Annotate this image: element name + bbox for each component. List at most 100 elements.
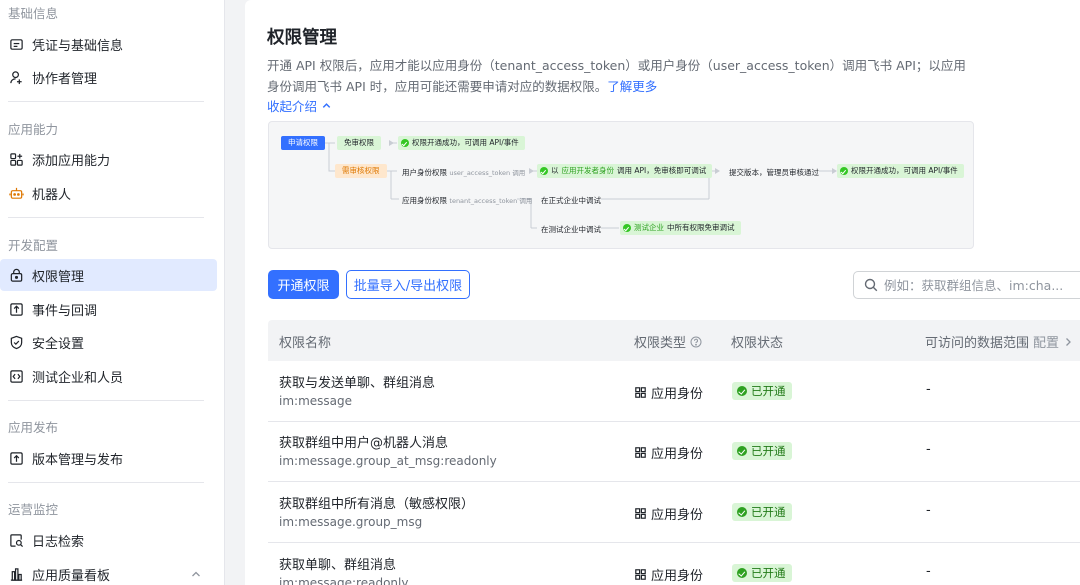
header-range-label: 可访问的数据范围 [925, 336, 1030, 351]
check-circle-icon [623, 224, 631, 232]
sidebar-item-label: 应用质量看板 [32, 568, 111, 584]
group-title-publish: 应用发布 [8, 420, 59, 435]
check-circle-icon [737, 568, 747, 578]
sidebar-item-test-tenant[interactable]: 测试企业和人员 [0, 360, 217, 392]
sidebar-item-add-capability[interactable]: 添加应用能力 [0, 143, 217, 175]
robot-icon [8, 185, 24, 201]
permission-name: 获取与发送单聊、群组消息 [279, 376, 436, 391]
sidebar-item-credentials[interactable]: 凭证与基础信息 [0, 28, 217, 60]
group-title-monitoring: 运营监控 [8, 502, 59, 517]
flow-dev-identity-prefix: 以 [551, 166, 559, 175]
permission-name: 获取群组中所有消息（敏感权限） [279, 497, 475, 512]
divider [8, 400, 204, 401]
sidebar-item-robot[interactable]: 机器人 [0, 177, 217, 209]
flow-open-success-2-text: 权限开通成功，可调用 API/事件 [851, 166, 958, 175]
permission-type: 应用身份 [635, 383, 703, 402]
sidebar-item-label: 版本管理与发布 [32, 452, 124, 468]
flow-dev-identity: 以应用开发者身份 调用 API，免审核即可调试 [537, 164, 713, 178]
status-badge: 已开通 [732, 564, 792, 582]
flow-apply-tag: 申请权限 [281, 136, 325, 150]
flow-test-all-hl: 测试企业 [634, 223, 664, 232]
search-input[interactable] [884, 277, 1064, 293]
flow-user-perm-label: 用户身份权限 [402, 168, 447, 177]
lock-icon [8, 267, 24, 283]
table-row[interactable]: 获取单聊、群组消息 im:message:readonly 应用身份 已开通 - [268, 543, 1080, 585]
flow-dev-identity-suffix: 调用 API，免审核即可调试 [617, 166, 707, 175]
chevron-up-icon [322, 103, 331, 108]
sidebar-item-label: 凭证与基础信息 [32, 38, 124, 54]
sidebar-item-label: 事件与回调 [32, 303, 98, 319]
sidebar-item-label: 权限管理 [32, 269, 85, 285]
apps-icon [635, 508, 646, 519]
permission-type-label: 应用身份 [651, 447, 704, 462]
chevron-up-icon[interactable] [189, 567, 203, 581]
permission-code: im:message.group_msg [279, 515, 423, 529]
flow-test-all-suffix: 中所有权限免审调试 [667, 223, 735, 232]
status-badge: 已开通 [732, 382, 792, 400]
sidebar-item-versions[interactable]: 版本管理与发布 [0, 442, 217, 474]
header-config-link[interactable]: 配置 [1033, 332, 1059, 351]
flow-test-debug: 在测试企业中调试 [541, 225, 601, 234]
data-range: - [926, 442, 931, 457]
batch-import-export-button[interactable]: 批量导入/导出权限 [346, 270, 470, 299]
header-name: 权限名称 [279, 336, 332, 351]
sidebar-item-label: 协作者管理 [32, 71, 98, 87]
status-badge: 已开通 [732, 503, 792, 521]
permission-code: im:message.group_at_msg:readonly [279, 454, 497, 468]
divider [8, 217, 204, 218]
credential-icon [8, 36, 24, 52]
search-icon [864, 278, 878, 292]
sidebar-item-collaborators[interactable]: 协作者管理 [0, 61, 217, 93]
collapse-intro-button[interactable]: 收起介绍 [267, 96, 332, 115]
table-row[interactable]: 获取群组中用户@机器人消息 im:message.group_at_msg:re… [268, 421, 1080, 482]
data-range: - [926, 382, 931, 397]
apps-add-icon [8, 151, 24, 167]
permission-type: 应用身份 [635, 504, 703, 523]
main-content: 权限管理 开通 API 权限后，应用才能以应用身份（tenant_access_… [245, 0, 1080, 585]
check-circle-icon [840, 167, 848, 175]
sidebar-item-quality-board[interactable]: 应用质量看板 [0, 558, 217, 585]
divider [8, 482, 204, 483]
user-add-icon [8, 69, 24, 85]
sidebar-item-events[interactable]: 事件与回调 [0, 293, 217, 325]
open-permission-button[interactable]: 开通权限 [268, 270, 339, 299]
sidebar-item-label: 机器人 [32, 187, 72, 203]
sidebar-item-label: 测试企业和人员 [32, 370, 124, 386]
apps-icon [635, 447, 646, 458]
apps-icon [635, 569, 646, 580]
sidebar-item-permissions[interactable]: 权限管理 [0, 259, 217, 291]
sidebar-item-label: 日志检索 [32, 534, 85, 550]
sidebar-item-label: 安全设置 [32, 336, 85, 352]
log-search-icon [8, 532, 24, 548]
flow-user-token: user_access_token 调用 [449, 169, 526, 177]
page-description: 开通 API 权限后，应用才能以应用身份（tenant_access_token… [267, 55, 977, 97]
flow-tenant-token: tenant_access_token 调用 [449, 197, 533, 205]
sidebar-item-log-search[interactable]: 日志检索 [0, 524, 217, 556]
flow-need-review-tag: 需审核权限 [335, 164, 387, 178]
status-label: 已开通 [751, 505, 786, 519]
status-label: 已开通 [751, 566, 786, 580]
chevron-right-icon[interactable] [1063, 337, 1073, 347]
permission-name: 获取单聊、群组消息 [279, 558, 397, 573]
flow-test-all: 测试企业 中所有权限免审调试 [620, 221, 741, 235]
table-row[interactable]: 获取群组中所有消息（敏感权限） im:message.group_msg 应用身… [268, 482, 1080, 543]
permission-search[interactable] [853, 271, 1080, 299]
permission-code: im:message:readonly [279, 576, 409, 585]
divider [8, 101, 204, 102]
table-row[interactable]: 获取与发送单聊、群组消息 im:message 应用身份 已开通 - [268, 361, 1080, 422]
sidebar-item-label: 添加应用能力 [32, 153, 111, 169]
permission-type-label: 应用身份 [651, 508, 704, 523]
flow-no-review-tag: 免审权限 [337, 136, 381, 150]
learn-more-link[interactable]: 了解更多 [607, 79, 657, 94]
group-title-capability: 应用能力 [8, 122, 59, 137]
help-icon[interactable] [690, 336, 702, 348]
flow-dev-identity-hl: 应用开发者身份 [561, 166, 615, 175]
permission-flow-diagram: 申请权限 免审权限 权限开通成功，可调用 API/事件 需审核权限 用户身份权限… [268, 121, 974, 249]
check-circle-icon [540, 167, 548, 175]
sidebar-item-security[interactable]: 安全设置 [0, 326, 217, 358]
data-range: - [926, 564, 931, 579]
shield-icon [8, 334, 24, 350]
apps-icon [635, 387, 646, 398]
data-range: - [926, 503, 931, 518]
flow-formal-debug: 在正式企业中调试 [541, 196, 601, 205]
